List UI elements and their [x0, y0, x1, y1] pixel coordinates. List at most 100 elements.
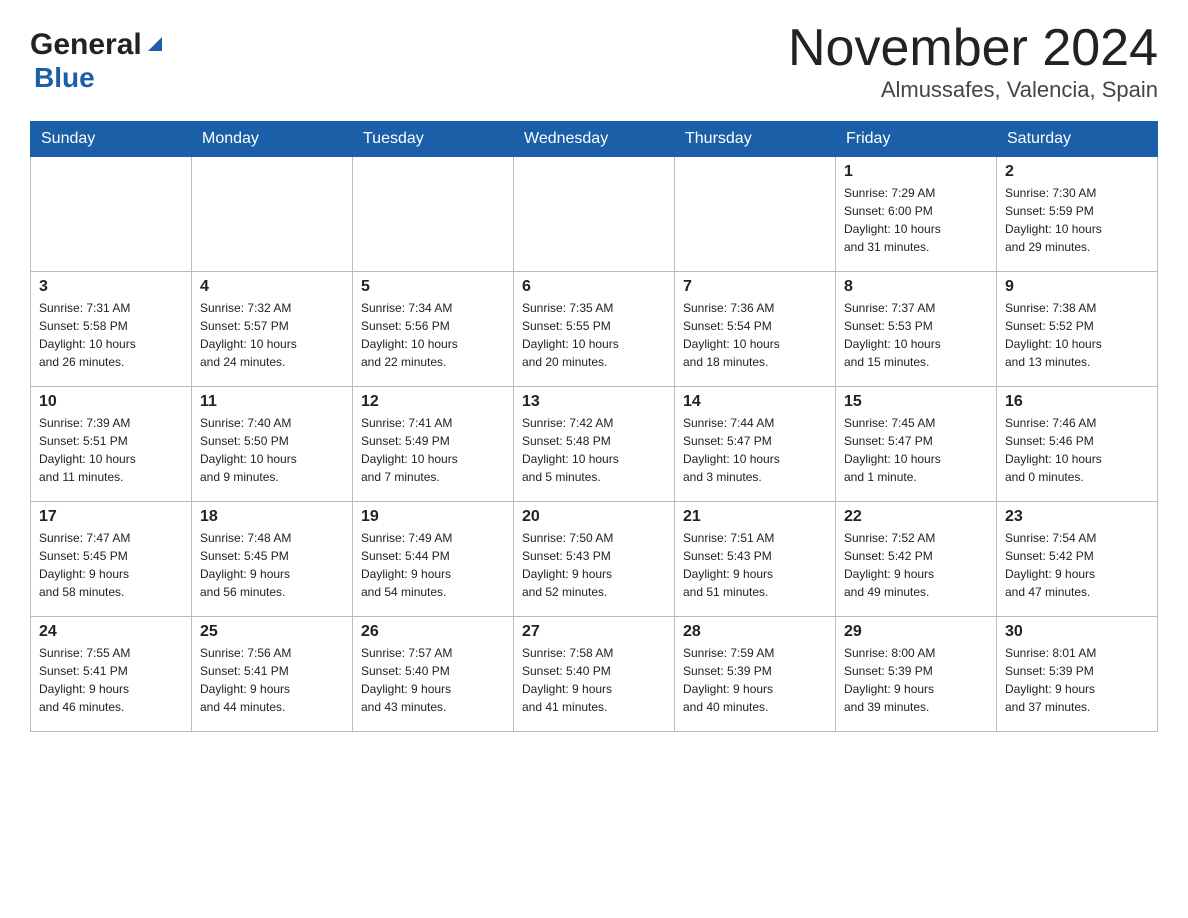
day-number: 23 — [1005, 508, 1149, 526]
day-number: 3 — [39, 278, 183, 296]
day-number: 15 — [844, 393, 988, 411]
day-info: Sunrise: 7:49 AM Sunset: 5:44 PM Dayligh… — [361, 529, 505, 601]
day-info: Sunrise: 7:56 AM Sunset: 5:41 PM Dayligh… — [200, 644, 344, 716]
calendar-cell: 10 Sunrise: 7:39 AM Sunset: 5:51 PM Dayli… — [31, 387, 192, 502]
day-number: 4 — [200, 278, 344, 296]
calendar-cell: 6 Sunrise: 7:35 AM Sunset: 5:55 PM Daylig… — [514, 272, 675, 387]
day-number: 21 — [683, 508, 827, 526]
day-number: 10 — [39, 393, 183, 411]
day-info: Sunrise: 7:46 AM Sunset: 5:46 PM Dayligh… — [1005, 414, 1149, 486]
day-number: 8 — [844, 278, 988, 296]
day-info: Sunrise: 7:29 AM Sunset: 6:00 PM Dayligh… — [844, 184, 988, 256]
weekday-header-row: Sunday Monday Tuesday Wednesday Thursday… — [31, 122, 1158, 157]
header-sunday: Sunday — [31, 122, 192, 157]
calendar-cell: 20 Sunrise: 7:50 AM Sunset: 5:43 PM Dayli… — [514, 502, 675, 617]
day-info: Sunrise: 7:38 AM Sunset: 5:52 PM Dayligh… — [1005, 299, 1149, 371]
day-number: 22 — [844, 508, 988, 526]
week-row-4: 17Sunrise: 7:47 AM Sunset: 5:45 PM Dayli… — [31, 502, 1158, 617]
header-monday: Monday — [192, 122, 353, 157]
day-number: 30 — [1005, 623, 1149, 641]
logo-triangle-icon — [144, 33, 166, 55]
calendar-cell: 18 Sunrise: 7:48 AM Sunset: 5:45 PM Dayli… — [192, 502, 353, 617]
day-info: Sunrise: 7:55 AM Sunset: 5:41 PM Dayligh… — [39, 644, 183, 716]
day-info: Sunrise: 7:52 AM Sunset: 5:42 PM Dayligh… — [844, 529, 988, 601]
day-info: Sunrise: 7:39 AM Sunset: 5:51 PM Dayligh… — [39, 414, 183, 486]
title-block: November 2024 Almussafes, Valencia, Spai… — [788, 20, 1158, 103]
calendar-cell: 1 Sunrise: 7:29 AM Sunset: 6:00 PM Daylig… — [836, 157, 997, 272]
calendar-cell: 28 Sunrise: 7:59 AM Sunset: 5:39 PM Dayli… — [675, 617, 836, 732]
calendar-cell: 7Sunrise: 7:36 AM Sunset: 5:54 PM Daylig… — [675, 272, 836, 387]
day-info: Sunrise: 7:35 AM Sunset: 5:55 PM Dayligh… — [522, 299, 666, 371]
week-row-3: 10 Sunrise: 7:39 AM Sunset: 5:51 PM Dayli… — [31, 387, 1158, 502]
day-number: 5 — [361, 278, 505, 296]
logo-blue-text: Blue — [34, 62, 95, 93]
day-number: 29 — [844, 623, 988, 641]
day-info: Sunrise: 7:34 AM Sunset: 5:56 PM Dayligh… — [361, 299, 505, 371]
calendar-cell: 25 Sunrise: 7:56 AM Sunset: 5:41 PM Dayli… — [192, 617, 353, 732]
calendar-cell — [192, 157, 353, 272]
calendar-cell: 24Sunrise: 7:55 AM Sunset: 5:41 PM Dayli… — [31, 617, 192, 732]
day-number: 6 — [522, 278, 666, 296]
day-number: 14 — [683, 393, 827, 411]
calendar-cell: 13Sunrise: 7:42 AM Sunset: 5:48 PM Dayli… — [514, 387, 675, 502]
day-info: Sunrise: 7:30 AM Sunset: 5:59 PM Dayligh… — [1005, 184, 1149, 256]
calendar-cell: 16 Sunrise: 7:46 AM Sunset: 5:46 PM Dayli… — [997, 387, 1158, 502]
calendar-cell: 11Sunrise: 7:40 AM Sunset: 5:50 PM Dayli… — [192, 387, 353, 502]
day-number: 25 — [200, 623, 344, 641]
day-info: Sunrise: 7:41 AM Sunset: 5:49 PM Dayligh… — [361, 414, 505, 486]
day-number: 11 — [200, 393, 344, 411]
calendar-cell: 19 Sunrise: 7:49 AM Sunset: 5:44 PM Dayli… — [353, 502, 514, 617]
day-info: Sunrise: 7:32 AM Sunset: 5:57 PM Dayligh… — [200, 299, 344, 371]
day-info: Sunrise: 8:00 AM Sunset: 5:39 PM Dayligh… — [844, 644, 988, 716]
day-number: 28 — [683, 623, 827, 641]
day-info: Sunrise: 7:59 AM Sunset: 5:39 PM Dayligh… — [683, 644, 827, 716]
calendar-cell: 23 Sunrise: 7:54 AM Sunset: 5:42 PM Dayli… — [997, 502, 1158, 617]
calendar-cell — [514, 157, 675, 272]
day-number: 9 — [1005, 278, 1149, 296]
day-info: Sunrise: 7:54 AM Sunset: 5:42 PM Dayligh… — [1005, 529, 1149, 601]
day-number: 7 — [683, 278, 827, 296]
logo-general-text: General — [30, 28, 142, 62]
calendar-cell: 21 Sunrise: 7:51 AM Sunset: 5:43 PM Dayli… — [675, 502, 836, 617]
day-info: Sunrise: 7:48 AM Sunset: 5:45 PM Dayligh… — [200, 529, 344, 601]
calendar-cell: 29 Sunrise: 8:00 AM Sunset: 5:39 PM Dayli… — [836, 617, 997, 732]
calendar-cell: 5 Sunrise: 7:34 AM Sunset: 5:56 PM Daylig… — [353, 272, 514, 387]
day-number: 19 — [361, 508, 505, 526]
calendar-table: Sunday Monday Tuesday Wednesday Thursday… — [30, 121, 1158, 732]
day-number: 26 — [361, 623, 505, 641]
calendar-cell: 26Sunrise: 7:57 AM Sunset: 5:40 PM Dayli… — [353, 617, 514, 732]
calendar-cell: 4 Sunrise: 7:32 AM Sunset: 5:57 PM Daylig… — [192, 272, 353, 387]
day-number: 18 — [200, 508, 344, 526]
day-info: Sunrise: 7:44 AM Sunset: 5:47 PM Dayligh… — [683, 414, 827, 486]
week-row-1: 1 Sunrise: 7:29 AM Sunset: 6:00 PM Daylig… — [31, 157, 1158, 272]
day-number: 16 — [1005, 393, 1149, 411]
day-number: 20 — [522, 508, 666, 526]
header-thursday: Thursday — [675, 122, 836, 157]
calendar-cell — [353, 157, 514, 272]
day-number: 27 — [522, 623, 666, 641]
day-info: Sunrise: 7:51 AM Sunset: 5:43 PM Dayligh… — [683, 529, 827, 601]
header-wednesday: Wednesday — [514, 122, 675, 157]
calendar-cell: 22 Sunrise: 7:52 AM Sunset: 5:42 PM Dayli… — [836, 502, 997, 617]
header-saturday: Saturday — [997, 122, 1158, 157]
calendar-cell: 27 Sunrise: 7:58 AM Sunset: 5:40 PM Dayli… — [514, 617, 675, 732]
header-friday: Friday — [836, 122, 997, 157]
calendar-cell: 15 Sunrise: 7:45 AM Sunset: 5:47 PM Dayli… — [836, 387, 997, 502]
day-info: Sunrise: 7:47 AM Sunset: 5:45 PM Dayligh… — [39, 529, 183, 601]
calendar-cell — [31, 157, 192, 272]
calendar-cell: 17Sunrise: 7:47 AM Sunset: 5:45 PM Dayli… — [31, 502, 192, 617]
calendar-title: November 2024 — [788, 20, 1158, 77]
calendar-cell: 3Sunrise: 7:31 AM Sunset: 5:58 PM Daylig… — [31, 272, 192, 387]
calendar-cell — [675, 157, 836, 272]
calendar-cell: 9 Sunrise: 7:38 AM Sunset: 5:52 PM Daylig… — [997, 272, 1158, 387]
week-row-5: 24Sunrise: 7:55 AM Sunset: 5:41 PM Dayli… — [31, 617, 1158, 732]
day-info: Sunrise: 7:45 AM Sunset: 5:47 PM Dayligh… — [844, 414, 988, 486]
page-header: General Blue November 2024 Almussafes, V… — [30, 20, 1158, 103]
day-number: 1 — [844, 163, 988, 181]
calendar-cell: 2Sunrise: 7:30 AM Sunset: 5:59 PM Daylig… — [997, 157, 1158, 272]
calendar-cell: 12 Sunrise: 7:41 AM Sunset: 5:49 PM Dayli… — [353, 387, 514, 502]
day-info: Sunrise: 7:58 AM Sunset: 5:40 PM Dayligh… — [522, 644, 666, 716]
day-info: Sunrise: 7:50 AM Sunset: 5:43 PM Dayligh… — [522, 529, 666, 601]
calendar-subtitle: Almussafes, Valencia, Spain — [788, 77, 1158, 103]
day-number: 12 — [361, 393, 505, 411]
